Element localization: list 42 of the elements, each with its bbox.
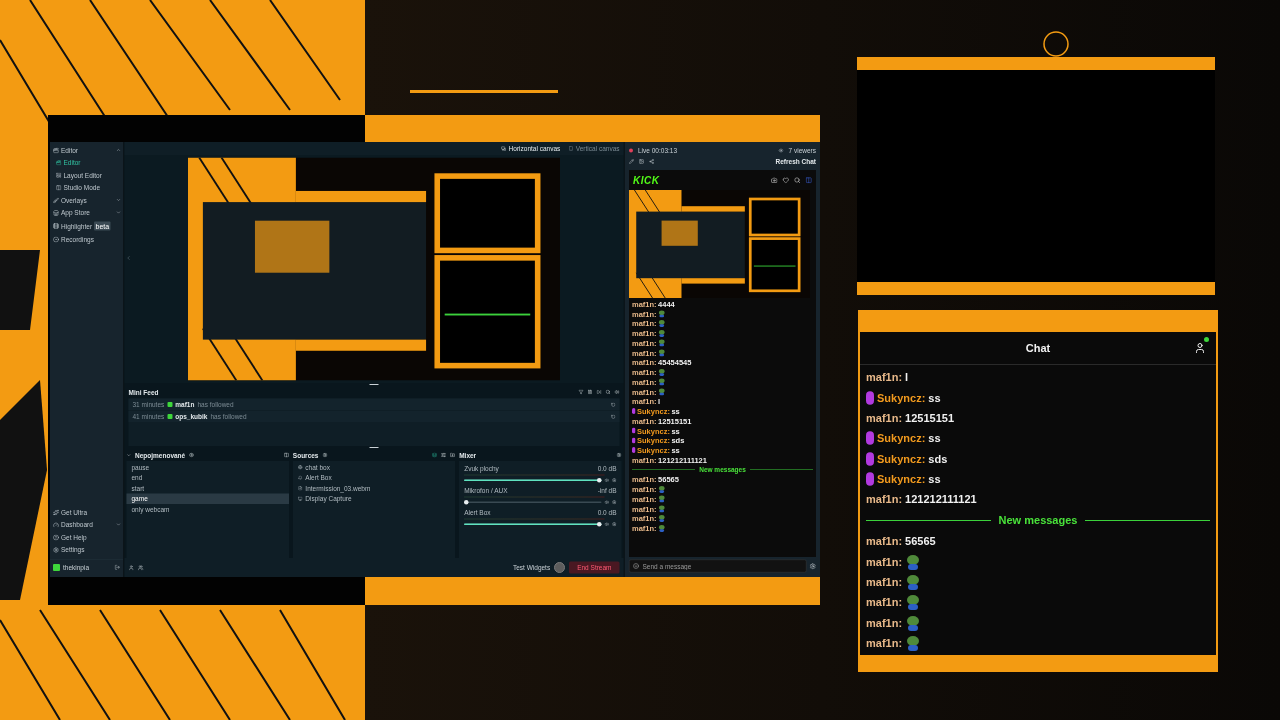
emote-icon (905, 553, 922, 570)
user-avatar-icon (53, 563, 60, 571)
chat-username: maf1n: (866, 616, 903, 629)
platform-icon (167, 414, 173, 419)
emote-icon (905, 614, 922, 631)
chat-message: sds (928, 452, 948, 465)
chat-username: Sukyncz: (877, 452, 926, 465)
chat-message: ss (928, 472, 941, 485)
chat-username: maf1n: (866, 596, 903, 609)
chat-username: maf1n: (866, 493, 903, 506)
logo: KICK (633, 174, 660, 186)
new-messages-divider: New messages (998, 514, 1078, 527)
chat-username: maf1n: (866, 371, 903, 384)
slider-thumb[interactable] (597, 522, 602, 527)
chat-username: maf1n: (866, 575, 903, 588)
chat-message: l (905, 371, 909, 384)
emote-icon (905, 594, 922, 611)
chat-message: 12515151 (905, 411, 954, 424)
chat-username: maf1n: (866, 411, 903, 424)
chat-message: ss (928, 432, 941, 445)
chat-username: maf1n: (866, 555, 903, 568)
emote-icon (905, 573, 922, 590)
chat-username: Sukyncz: (877, 391, 926, 404)
test-widgets-toggle[interactable] (554, 562, 566, 573)
chat-username: Sukyncz: (877, 472, 926, 485)
ring-icon (1042, 30, 1070, 58)
chat-message: 121212111121 (905, 493, 977, 506)
online-dot-icon (1204, 337, 1209, 342)
platform-icon (167, 402, 173, 407)
slider-thumb[interactable] (597, 478, 602, 483)
emote-icon (905, 634, 922, 651)
chat-username: Sukyncz: (877, 432, 926, 445)
slider-thumb[interactable] (464, 500, 469, 505)
emote-icon (658, 368, 666, 376)
chat-username: maf1n: (866, 636, 903, 649)
widget-title: Chat (1025, 342, 1051, 354)
chat-username: maf1n: (866, 535, 903, 548)
chat-message: ss (928, 391, 941, 404)
emote-icon (658, 485, 666, 493)
live-dot-icon (629, 148, 633, 153)
user-icon[interactable] (1194, 342, 1206, 354)
chat-message: 56565 (905, 535, 936, 548)
